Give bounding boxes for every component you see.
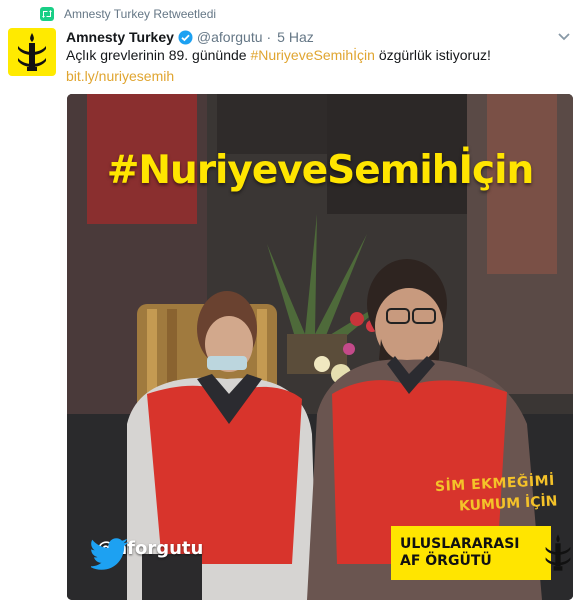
avatar[interactable] [8,28,56,76]
amnesty-org-badge: ULUSLARARASI AF ÖRGÜTÜ [391,526,571,580]
tweet-text-after: özgürlük istiyoruz! [374,47,491,63]
tweet-timestamp[interactable]: 5 Haz [277,29,314,45]
org-name-line1: ULUSLARARASI [400,536,520,552]
retweet-label[interactable]: Amnesty Turkey Retweetledi [64,7,216,21]
author-name[interactable]: Amnesty Turkey [66,29,174,45]
tweet-url-link[interactable]: bit.ly/nuriyesemih [66,68,174,84]
author-handle[interactable]: @aforgutu [197,29,263,45]
chevron-down-icon[interactable] [557,29,571,43]
org-name-line2: AF ÖRGÜTÜ [400,553,492,569]
tweet-header: Amnesty Turkey @aforgutu · 5 Haz [66,27,563,47]
amnesty-candle-logo [18,33,46,71]
media-twitter-badge: @aforgutu [91,538,203,570]
hashtag-link[interactable]: #NuriyeveSemihİçin [250,47,375,63]
retweet-icon [40,7,54,21]
tweet-media-image[interactable]: #NuriyeveSemihİçin SİM EKMEĞİMİ KUMUM İÇ… [67,94,573,600]
verified-badge-icon [178,30,193,45]
tweet-text: Açlık grevlerinin 89. gününde #NuriyeveS… [66,45,566,66]
media-headline: #NuriyeveSemihİçin [106,148,535,193]
tweet-text-before: Açlık grevlerinin 89. gününde [66,47,251,63]
separator-dot: · [266,29,272,45]
retweet-context[interactable]: Amnesty Turkey Retweetledi [40,6,216,22]
